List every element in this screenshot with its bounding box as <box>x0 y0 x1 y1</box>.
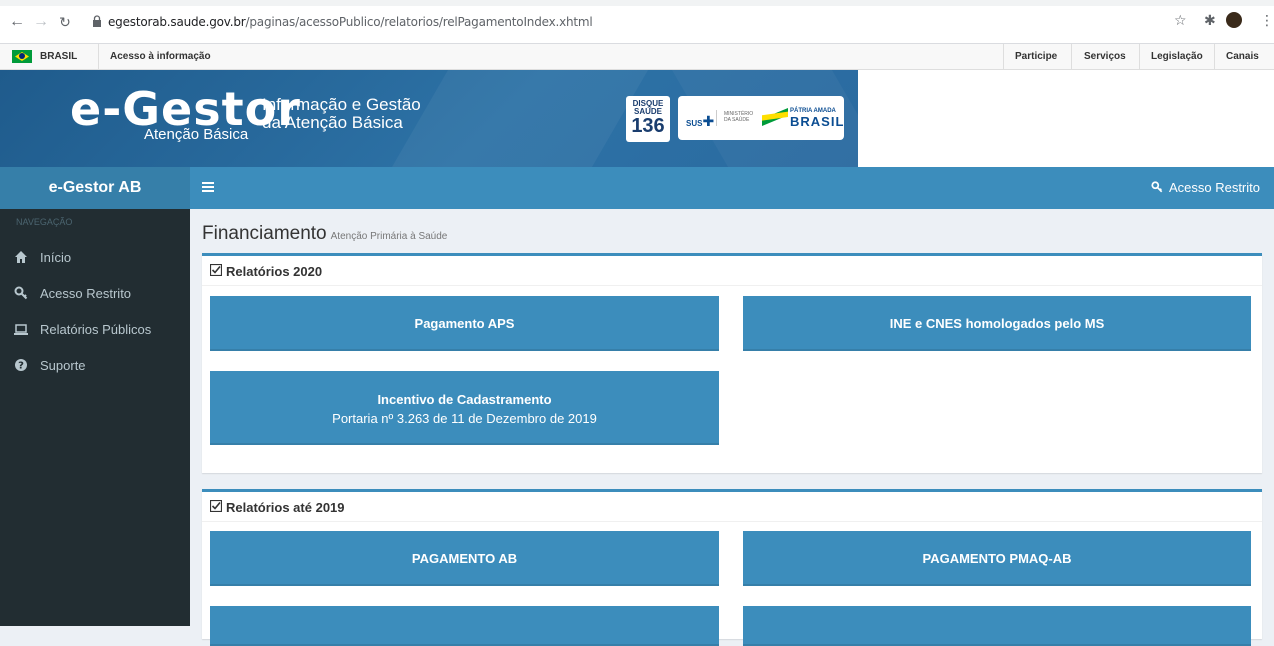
tile-label: Incentivo de Cadastramento <box>377 392 552 407</box>
box-header: Relatórios 2020 <box>202 256 1262 286</box>
page-subtitle: Atenção Primária à Saúde <box>330 231 448 242</box>
hamburger-menu-icon[interactable] <box>202 182 214 192</box>
tile-pagamento-aps[interactable]: Pagamento APS <box>210 296 719 351</box>
sidebar-item-suporte[interactable]: ? Suporte <box>0 351 190 381</box>
home-icon <box>15 251 27 263</box>
tile-label: Pagamento APS <box>414 316 515 331</box>
tile-partial[interactable] <box>743 606 1251 646</box>
tile-pagamento-ab[interactable]: PAGAMENTO AB <box>210 531 719 586</box>
reload-icon[interactable]: ↻ <box>56 14 74 30</box>
top-navbar: Acesso Restrito <box>190 167 1274 209</box>
browser-actions: ☆ ✱ ⋮ <box>1174 12 1274 32</box>
sidebar: e-Gestor AB NAVEGAÇÃO Início Acesso Rest… <box>0 167 190 626</box>
tagline-line-2: da Atenção Básica <box>262 113 403 132</box>
checkbox-icon <box>210 500 222 512</box>
avatar[interactable] <box>1226 12 1242 28</box>
url-path: /paginas/acessoPublico/relatorios/relPag… <box>245 15 593 29</box>
tile-label: INE e CNES homologados pelo MS <box>889 316 1105 331</box>
sidebar-item-label: Início <box>40 250 72 265</box>
sidebar-item-label: Suporte <box>40 358 86 373</box>
gov-info-link[interactable]: Acesso à informação <box>110 51 211 62</box>
key-icon <box>14 286 28 300</box>
laptop-icon <box>14 324 28 335</box>
main-content: Financiamento Atenção Primária à Saúde Re… <box>190 209 1274 646</box>
gov-link-servicos[interactable]: Serviços <box>1084 51 1126 62</box>
brasil-wordmark: BRASIL <box>790 114 845 129</box>
tile-sublabel: Portaria nº 3.263 de 11 de Dezembro de 2… <box>332 411 597 426</box>
phone-136: 136 <box>631 115 665 137</box>
star-icon[interactable]: ☆ <box>1174 12 1187 29</box>
gov-link-participe[interactable]: Participe <box>1015 51 1057 62</box>
tile-incentivo-cadastramento[interactable]: Incentivo de Cadastramento Portaria nº 3… <box>210 371 719 445</box>
gov-link-legislacao[interactable]: Legislação <box>1151 51 1203 62</box>
box-title: Relatórios 2020 <box>226 264 323 279</box>
svg-text:?: ? <box>18 361 24 372</box>
tile-ine-cnes[interactable]: INE e CNES homologados pelo MS <box>743 296 1251 351</box>
box-header: Relatórios até 2019 <box>202 492 1262 522</box>
tile-pagamento-pmaq-ab[interactable]: PAGAMENTO PMAQ-AB <box>743 531 1251 586</box>
box-title: Relatórios até 2019 <box>226 500 345 515</box>
restricted-access-label: Acesso Restrito <box>1168 180 1260 195</box>
sidebar-item-acesso-restrito[interactable]: Acesso Restrito <box>0 279 190 309</box>
page-title: Financiamento Atenção Primária à Saúde <box>202 223 447 245</box>
ministerio-label: MINISTÉRIO DA SAÚDE <box>724 111 754 123</box>
tile-label: PAGAMENTO AB <box>411 551 518 566</box>
logo-subtitle: Atenção Básica <box>144 126 249 143</box>
tagline-line-1: Informação e Gestão <box>262 95 421 114</box>
box-relatorios-ate-2019: Relatórios até 2019 PAGAMENTO AB PAGAMEN… <box>202 489 1262 646</box>
tile-partial[interactable] <box>210 606 719 646</box>
back-icon[interactable]: ← <box>8 14 26 30</box>
gov-country[interactable]: BRASIL <box>40 51 77 62</box>
address-bar[interactable]: egestorab.saude.gov.br/paginas/acessoPub… <box>92 11 593 33</box>
url-host: egestorab.saude.gov.br <box>108 15 246 29</box>
restricted-access-link[interactable]: Acesso Restrito <box>1151 180 1260 195</box>
sidebar-title[interactable]: e-Gestor AB <box>0 167 190 209</box>
box-relatorios-2020: Relatórios 2020 Pagamento APS INE e CNES… <box>202 253 1262 473</box>
key-icon <box>1151 181 1163 193</box>
sidebar-item-relatorios-publicos[interactable]: Relatórios Públicos <box>0 315 190 345</box>
disque-saude-logo: DISQUE SAÚDE 136 <box>626 96 670 142</box>
sidebar-heading: NAVEGAÇÃO <box>16 217 73 227</box>
site-banner: e-Gestor Atenção Básica Informação e Ges… <box>0 70 1274 167</box>
sus-logo: SUS✚ <box>686 113 715 129</box>
page-title-text: Financiamento <box>202 223 327 244</box>
forward-icon[interactable]: → <box>32 14 50 30</box>
banner-tagline: Informação e Gestão da Atenção Básica <box>262 96 421 132</box>
tab-strip <box>0 0 1274 6</box>
sus-text: SUS <box>686 119 703 128</box>
lock-icon <box>93 15 101 27</box>
tile-label: PAGAMENTO PMAQ-AB <box>922 551 1072 566</box>
extension-icon[interactable]: ✱ <box>1204 12 1216 29</box>
sidebar-item-label: Acesso Restrito <box>40 286 132 301</box>
sidebar-item-label: Relatórios Públicos <box>40 322 152 337</box>
browser-toolbar: ← → ↻ egestorab.saude.gov.br/paginas/ace… <box>0 0 1274 44</box>
checkbox-icon <box>210 264 222 276</box>
sidebar-item-inicio[interactable]: Início <box>0 243 190 273</box>
brazil-flag-icon <box>12 50 32 63</box>
gov-link-canais[interactable]: Canais <box>1226 51 1259 62</box>
url-text: egestorab.saude.gov.br/paginas/acessoPub… <box>108 15 593 29</box>
question-circle-icon: ? <box>15 359 27 372</box>
gov-bar: BRASIL Acesso à informação Participe Ser… <box>0 44 1274 70</box>
menu-kebab-icon[interactable]: ⋮ <box>1260 12 1274 29</box>
government-logos: SUS✚ MINISTÉRIO DA SAÚDE PÁTRIA AMADA BR… <box>678 96 844 140</box>
